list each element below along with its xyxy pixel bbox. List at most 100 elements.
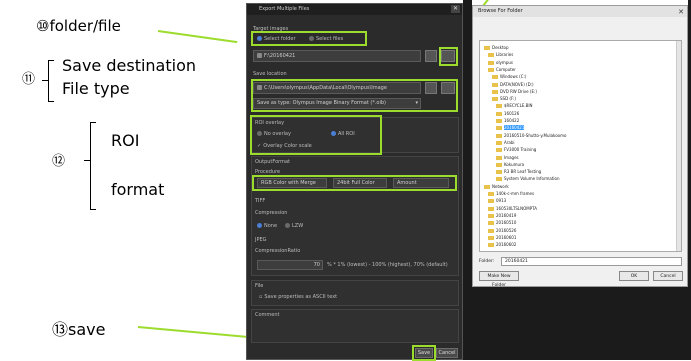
tree-item[interactable]: Arabi [496, 140, 514, 145]
tree-item-label: SSD (F:) [500, 96, 516, 102]
compression-ratio-field[interactable]: 70 [257, 260, 323, 270]
tree-item[interactable]: DVD RW Drive (E:) [492, 89, 537, 94]
tree-item[interactable]: 20160526 [488, 228, 516, 233]
comment-section [251, 309, 459, 343]
folder-icon [496, 126, 502, 131]
make-new-folder-button[interactable]: Make New Folder [479, 271, 519, 288]
file-section [251, 280, 459, 306]
tree-item-label: Computer [496, 66, 516, 72]
tree-item[interactable]: System Volume Information [496, 176, 560, 182]
folder-path-field[interactable]: F:\20160421 [253, 50, 421, 62]
annotation-number-11: ⑪ [22, 72, 36, 87]
tree-item[interactable]: 140k-c-mm frames [488, 191, 534, 196]
tree-item[interactable]: Images [496, 155, 519, 160]
tree-item[interactable]: 160126 [496, 111, 519, 116]
tree-item[interactable]: 20160602 [488, 242, 517, 248]
folder-icon [496, 119, 502, 123]
tree-item-label: Windows (C:) [500, 74, 527, 80]
tree-item-label: 140k-c-mm frames [496, 191, 535, 196]
folder-icon [488, 192, 494, 196]
folder-icon [488, 67, 494, 72]
annotation-file-type: File type [62, 79, 130, 98]
tree-item-label: 160530LTSLNOMPTA [496, 205, 538, 211]
folder-icon [488, 228, 494, 233]
save-location-label: Save location [253, 71, 287, 77]
output-format-label: OutputFormat [255, 159, 290, 165]
tree-item-label: 20160602 [496, 242, 517, 248]
output-format-section [251, 156, 459, 276]
folder-icon [488, 199, 494, 204]
highlight-browse-button [439, 47, 458, 66]
tree-item[interactable]: Kokumura [496, 162, 524, 167]
brace-12 [90, 122, 91, 210]
tree-item[interactable]: Network [484, 184, 509, 189]
folder-icon [492, 97, 498, 102]
tree-item-label: 20160601 [496, 234, 517, 240]
tree-item-label: FV3000 Training [504, 147, 537, 153]
highlight-save-button [412, 345, 436, 361]
annotation-save-destination: Save destination [62, 56, 197, 75]
tree-item-label: DVD RW Drive (E:) [500, 88, 537, 94]
close-icon[interactable]: ✕ [451, 5, 460, 13]
tree-item[interactable]: 20160421 [496, 125, 525, 131]
close-icon[interactable]: ✕ [678, 7, 684, 18]
ok-button[interactable]: OK [619, 271, 649, 281]
none-radio[interactable]: None [257, 223, 277, 229]
tree-item[interactable]: Libraries [488, 52, 514, 58]
tree-item-label: 160422 [504, 118, 520, 123]
tree-item[interactable]: R3 BR Leaf Testing [496, 169, 541, 175]
cancel-button[interactable]: Cancel [436, 348, 458, 358]
tree-item[interactable]: 20160601 [488, 235, 516, 240]
folder-icon [492, 82, 498, 87]
tree-item[interactable]: 20160510-Shutto-y.Mulakoomo [496, 133, 566, 138]
compression-ratio-hint: % * 1% (lowest) - 100% (highest), 70% (d… [327, 262, 448, 268]
tree-item-label: Libraries [496, 52, 514, 58]
tree-item-label: olympus [496, 59, 513, 65]
tree-item[interactable]: olympus [488, 60, 513, 65]
tree-item[interactable]: FV3000 Training [496, 147, 537, 153]
radio-icon [285, 223, 290, 228]
highlight-procedure [252, 175, 457, 191]
tree-item-label: Kokumura [504, 161, 525, 167]
folder-icon [484, 46, 490, 50]
folder-icon [488, 243, 494, 248]
tree-item[interactable]: 160422 [496, 118, 519, 123]
pointer-line-10 [157, 30, 238, 44]
folder-label: Folder: [479, 259, 495, 264]
tree-item[interactable]: Windows (C:) [492, 74, 527, 80]
lzw-radio[interactable]: LZW [285, 223, 303, 229]
highlight-roi-overlay [250, 115, 382, 155]
browse-cancel-button[interactable]: Cancel [653, 271, 683, 281]
tree-item[interactable]: 160530LTSLNOMPTA [488, 206, 537, 211]
tree-item[interactable]: $RECYCLE.BIN [496, 103, 533, 109]
folder-icon [488, 206, 494, 211]
tree-item[interactable]: DATA(NOVE) (D:) [492, 82, 534, 87]
tree-item[interactable]: 0913 [488, 198, 506, 204]
folder-tree[interactable]: Desktop Libraries olympus Computer Windows (… [479, 40, 682, 252]
tree-item-label: DATA(NOVE) (D:) [500, 81, 534, 87]
browse-title-bar: Browse For Folder ✕ [473, 6, 687, 17]
folder-icon [488, 235, 494, 240]
save-ascii-checkbox[interactable]: ▫ Save properties as ASCII text [259, 294, 337, 300]
tree-item-label: System Volume Information [504, 176, 560, 182]
folder-icon [488, 60, 494, 65]
radio-selected-icon [257, 223, 262, 228]
tree-item[interactable]: Desktop [484, 45, 509, 50]
scrollbar[interactable] [676, 41, 681, 251]
tree-item[interactable]: SSD (F:) [492, 96, 516, 102]
tree-item-label: $RECYCLE.BIN [504, 103, 533, 109]
tree-item[interactable]: Computer [488, 67, 516, 72]
tree-item-label: 20160421 [504, 125, 525, 131]
folder-icon [488, 213, 494, 218]
folder-icon [496, 170, 502, 175]
folder-options-button[interactable] [425, 50, 437, 62]
folder-name-field[interactable]: 20160421 [501, 257, 682, 266]
folder-icon [496, 111, 502, 116]
tree-item[interactable]: 20160419 [488, 213, 516, 218]
tree-item[interactable]: 20160510 [488, 220, 516, 226]
comment-label: Comment [255, 312, 280, 318]
jpeg-label: JPEG [255, 237, 267, 243]
folder-icon [492, 75, 498, 80]
tree-item-label: 20160526 [496, 227, 517, 233]
annotation-folder-file: ⑩folder/file [36, 17, 121, 35]
